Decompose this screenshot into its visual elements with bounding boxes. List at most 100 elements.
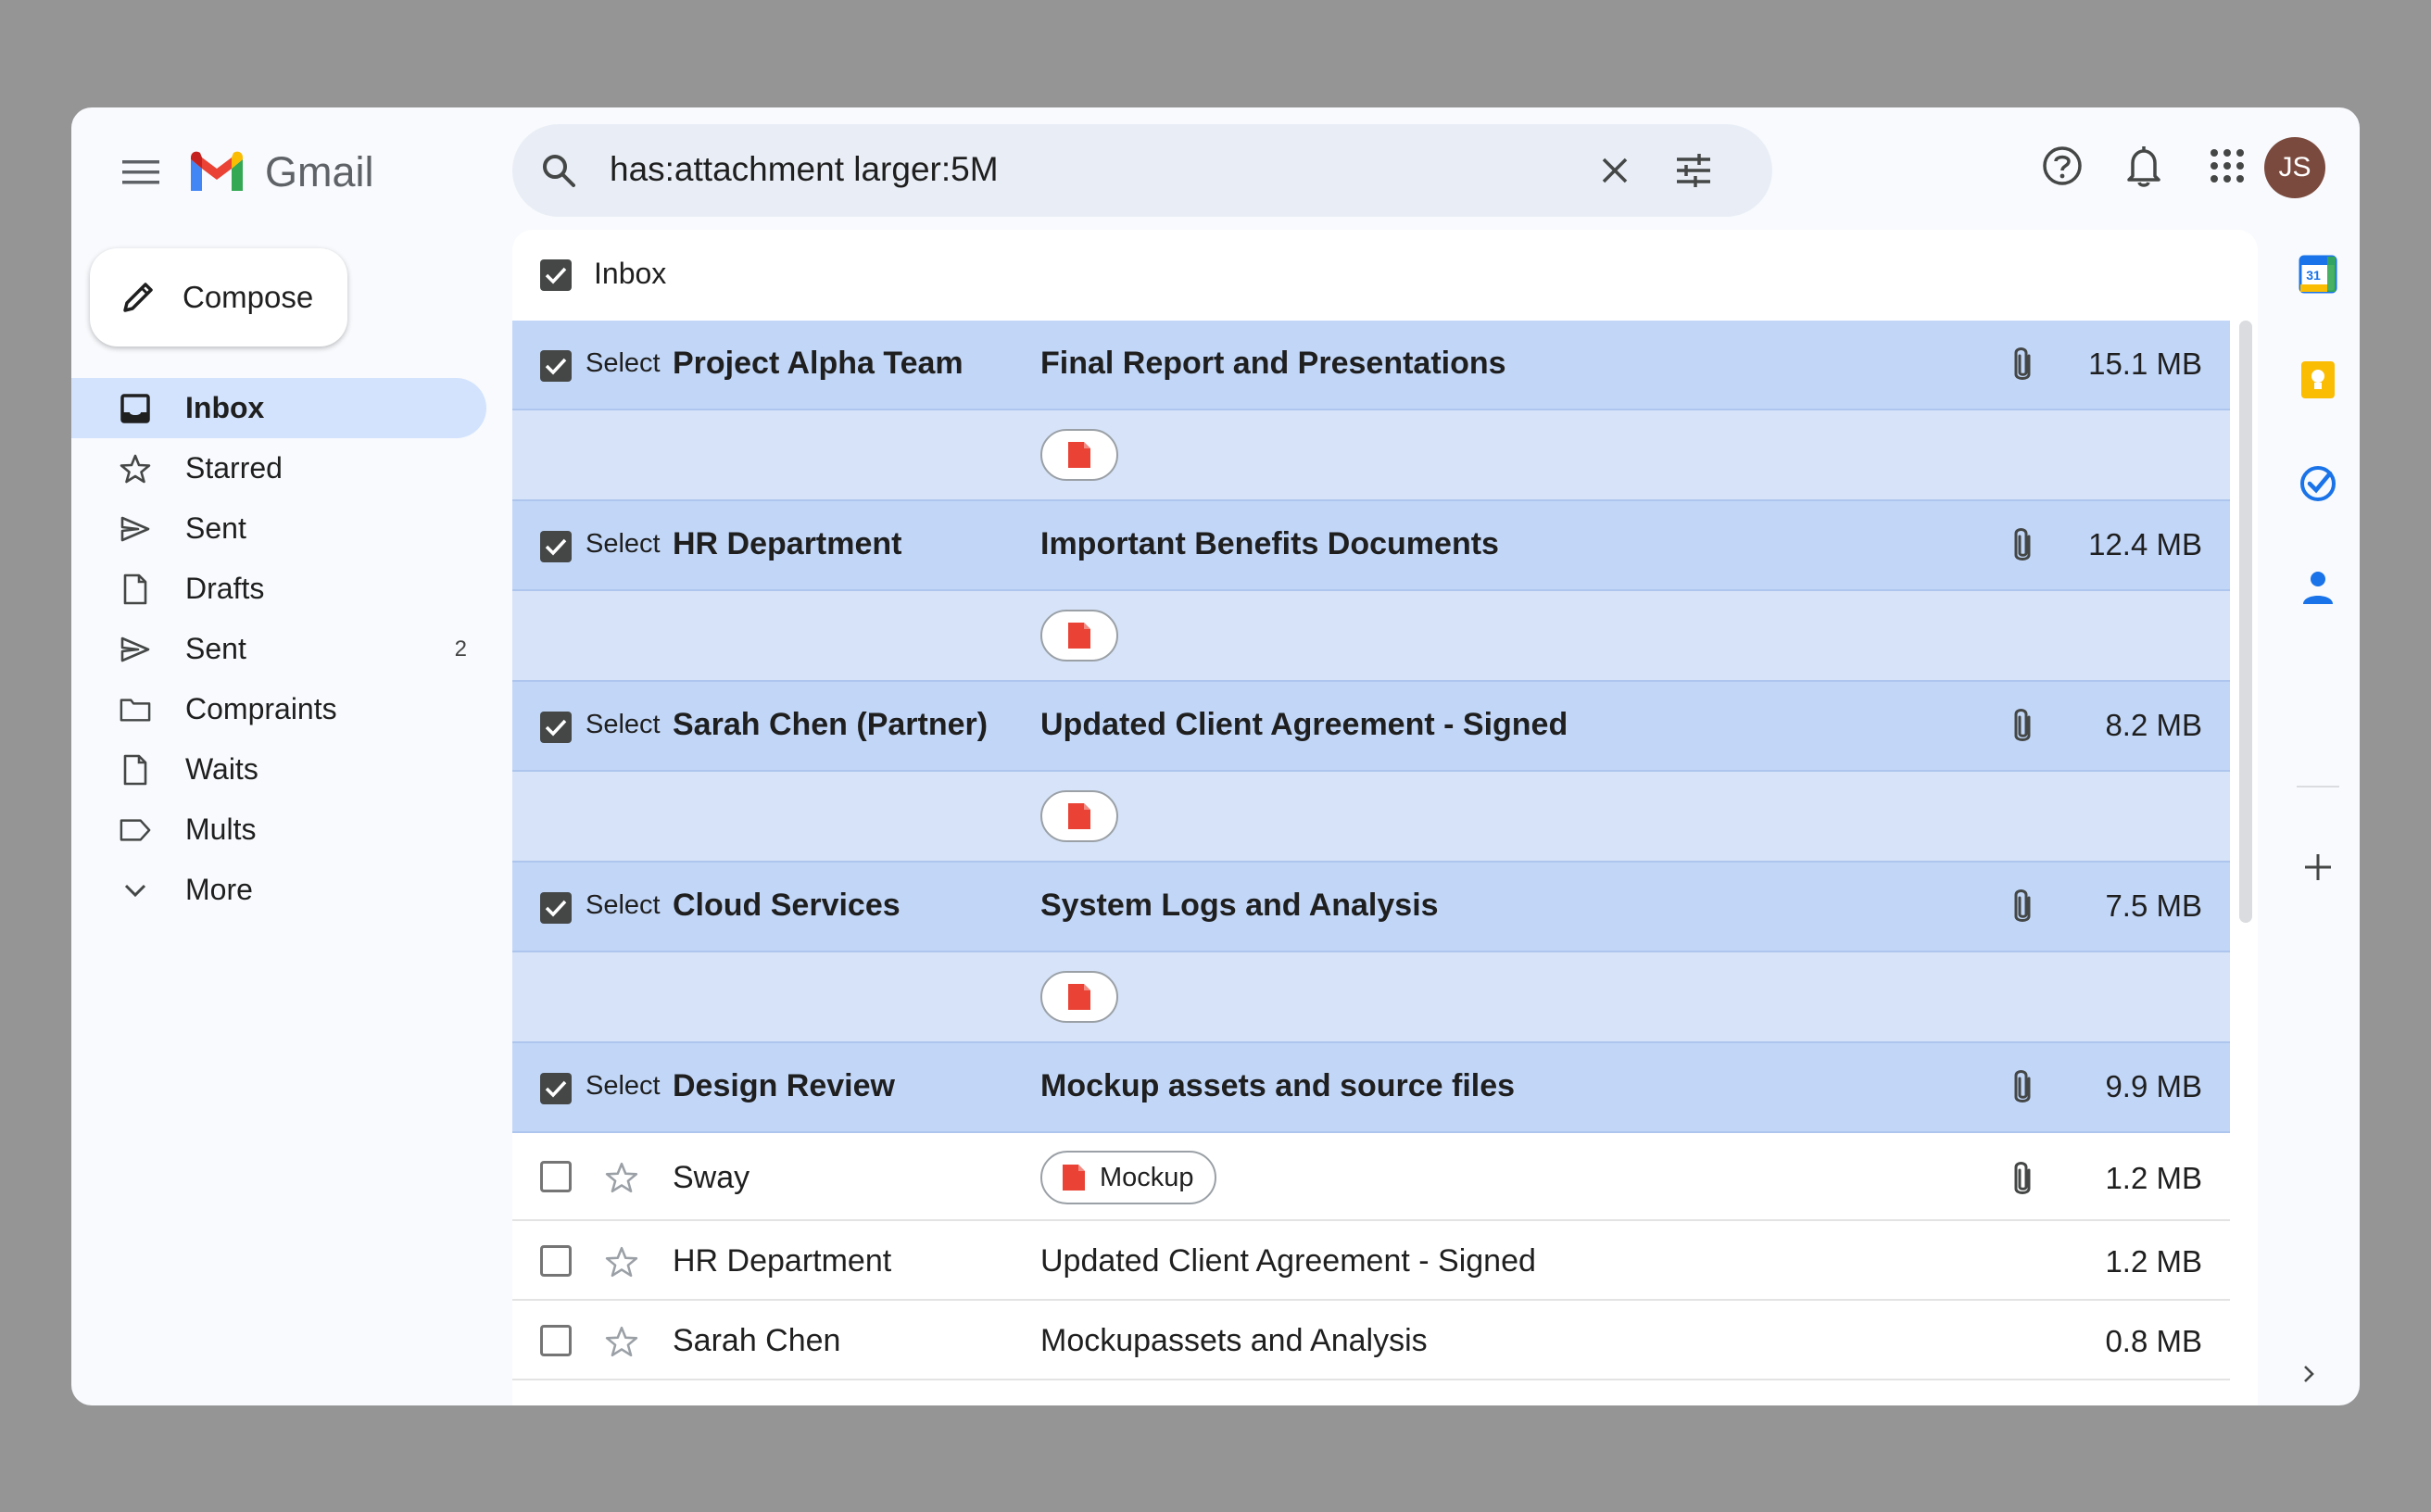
row-checkbox[interactable] xyxy=(540,1325,572,1356)
sidebar-item-more[interactable]: More xyxy=(71,860,488,920)
sidebar-item-sent[interactable]: Sent xyxy=(71,498,488,559)
sidebar-nav: Inbox Starred Sent Drafts Sent 2 Comprai… xyxy=(71,378,488,920)
email-subject: Updated Client Agreement - Signed xyxy=(1040,707,1568,742)
email-subject: Important Benefits Documents xyxy=(1040,526,1499,561)
keep-icon xyxy=(2301,361,2335,398)
email-row[interactable]: Sway Mockup 1.2 MB xyxy=(512,1133,2230,1221)
pdf-file-icon xyxy=(1068,623,1090,649)
label-icon xyxy=(120,814,151,846)
sidebar-item-label: Starred xyxy=(185,451,283,485)
star-icon xyxy=(120,453,151,485)
check-icon xyxy=(545,538,567,556)
row-checkbox[interactable] xyxy=(540,712,572,743)
sidebar-item-mults[interactable]: Mults xyxy=(71,800,488,860)
star-icon[interactable] xyxy=(605,1245,638,1279)
email-row[interactable]: Select Cloud Services System Logs and An… xyxy=(512,863,2230,952)
calendar-button[interactable]: 31 xyxy=(2276,246,2360,302)
search-input[interactable]: has:attachment larger:5M xyxy=(610,150,999,189)
sidebar-item-label: More xyxy=(185,873,253,906)
tasks-icon xyxy=(2300,466,2336,501)
email-size: 1.2 MB xyxy=(2105,1244,2202,1279)
folder-icon xyxy=(120,694,151,725)
compose-button[interactable]: Compose xyxy=(90,248,347,346)
email-subject: System Logs and Analysis xyxy=(1040,888,1439,923)
email-row[interactable]: HR Department Updated Client Agreement -… xyxy=(512,1221,2230,1301)
email-list: Inbox Select Project Alpha Team Final Re… xyxy=(512,230,2258,1405)
email-sender: Design Review xyxy=(673,1068,895,1103)
apps-grid-icon xyxy=(2211,149,2244,183)
select-all-checkbox[interactable] xyxy=(540,259,572,291)
email-row[interactable]: Sarah Chen Mockupassets and Analysis 0.8… xyxy=(512,1301,2230,1380)
chevron-down-icon xyxy=(120,875,151,906)
check-icon xyxy=(545,358,567,375)
email-subject: Mockupassets and Analysis xyxy=(1040,1323,1428,1358)
calendar-icon: 31 xyxy=(2299,255,2337,294)
inbox-icon xyxy=(120,393,151,424)
email-row[interactable]: Select HR Department Important Benefits … xyxy=(512,501,2230,591)
search-options-icon[interactable] xyxy=(1675,152,1712,189)
apps-button[interactable] xyxy=(2202,141,2252,191)
row-checkbox[interactable] xyxy=(540,892,572,924)
attachment-chip[interactable] xyxy=(1040,610,1118,662)
gmail-m-icon xyxy=(191,151,243,191)
sidebar-item-compraints[interactable]: Compraints xyxy=(71,679,488,739)
add-addon-button[interactable] xyxy=(2276,839,2360,895)
sidebar-item-count: 2 xyxy=(454,636,467,662)
row-checkbox[interactable] xyxy=(540,531,572,562)
row-checkbox[interactable] xyxy=(540,1245,572,1277)
help-icon xyxy=(2043,146,2082,185)
email-size: 15.1 MB xyxy=(2088,346,2202,381)
notifications-button[interactable] xyxy=(2119,141,2169,191)
sidebar-item-label: Drafts xyxy=(185,572,265,605)
pencil-icon xyxy=(123,283,153,312)
star-icon[interactable] xyxy=(605,1161,638,1194)
file-icon xyxy=(120,754,151,786)
gmail-logo[interactable]: Gmail xyxy=(187,148,374,196)
sidebar-item-label: Sent xyxy=(185,632,246,665)
keep-button[interactable] xyxy=(2276,352,2360,408)
email-row[interactable]: Select Sarah Chen (Partner) Updated Clie… xyxy=(512,682,2230,772)
side-panel-divider xyxy=(2297,786,2339,788)
close-icon[interactable] xyxy=(1596,152,1633,189)
plus-icon xyxy=(2305,854,2331,880)
sidebar-item-drafts[interactable]: Drafts xyxy=(71,559,488,619)
row-checkbox[interactable] xyxy=(540,1161,572,1192)
sidebar-item-starred[interactable]: Starred xyxy=(71,438,488,498)
select-label: Select xyxy=(586,529,661,559)
attachment-name: Mockup xyxy=(1100,1162,1194,1192)
paperclip-icon xyxy=(2014,889,2031,922)
email-rows: Select Project Alpha Team Final Report a… xyxy=(512,321,2230,1380)
pdf-file-icon xyxy=(1068,442,1090,468)
star-icon[interactable] xyxy=(605,1325,638,1358)
sidebar-item-waits[interactable]: Waits xyxy=(71,739,488,800)
search-bar[interactable]: has:attachment larger:5M xyxy=(512,124,1772,217)
attachment-chip[interactable] xyxy=(1040,790,1118,842)
chevron-right-icon[interactable] xyxy=(2302,1364,2315,1384)
help-button[interactable] xyxy=(2037,141,2087,191)
row-checkbox[interactable] xyxy=(540,1073,572,1104)
attachment-chip[interactable]: Mockup xyxy=(1040,1151,1216,1204)
select-label: Select xyxy=(586,890,661,920)
sidebar-item-label: Waits xyxy=(185,752,258,786)
attachment-chip[interactable] xyxy=(1040,429,1118,481)
app-name: Gmail xyxy=(265,148,374,195)
main-menu-button[interactable] xyxy=(108,140,173,205)
email-size: 1.2 MB xyxy=(2105,1161,2202,1195)
email-subject: Mockup assets and source files xyxy=(1040,1068,1516,1103)
contacts-button[interactable] xyxy=(2276,560,2360,615)
email-row[interactable]: Select Project Alpha Team Final Report a… xyxy=(512,321,2230,410)
avatar[interactable]: JS xyxy=(2264,137,2325,198)
list-scrollbar[interactable] xyxy=(2239,321,2252,923)
check-icon xyxy=(545,900,567,917)
sidebar-item-sent-2[interactable]: Sent 2 xyxy=(71,619,488,679)
email-row[interactable]: Select Design Review Mockup assets and s… xyxy=(512,1043,2230,1133)
list-header-label: Inbox xyxy=(594,257,667,290)
search-icon[interactable] xyxy=(540,152,577,189)
pdf-file-icon xyxy=(1063,1165,1085,1191)
tasks-button[interactable] xyxy=(2276,456,2360,511)
attachment-chip[interactable] xyxy=(1040,971,1118,1023)
sidebar-item-inbox[interactable]: Inbox xyxy=(71,378,486,438)
check-icon xyxy=(545,267,567,284)
email-size: 7.5 MB xyxy=(2105,888,2202,923)
row-checkbox[interactable] xyxy=(540,350,572,382)
